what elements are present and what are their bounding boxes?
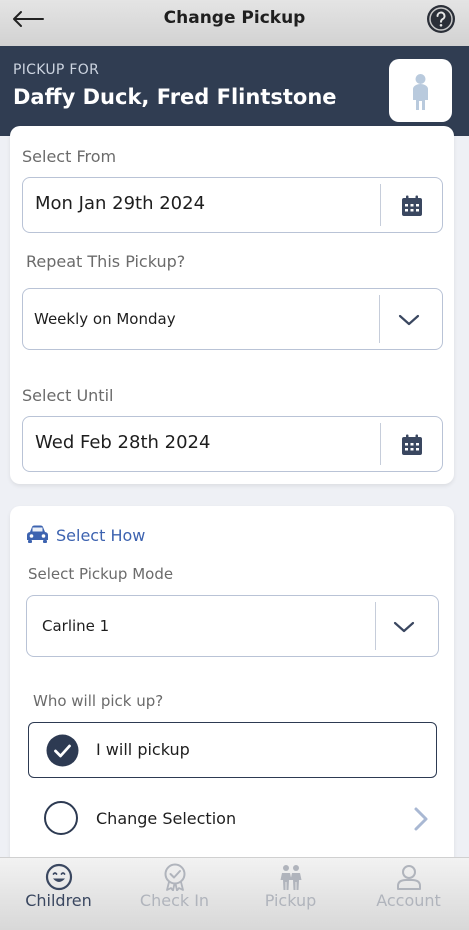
radio-circle-icon[interactable]	[44, 801, 78, 835]
child-avatar-icon	[413, 74, 428, 110]
pickup-mode-select[interactable]: Carline 1	[26, 595, 439, 657]
pickup-mode-value: Carline 1	[42, 617, 110, 635]
select-how-title: Select How	[56, 526, 146, 545]
tab-children[interactable]: Children	[0, 858, 117, 930]
tab-check-in[interactable]: Check In	[116, 858, 233, 930]
top-bar: Change Pickup	[0, 0, 469, 46]
help-icon[interactable]	[426, 4, 456, 34]
check-badge-icon	[164, 863, 186, 891]
field-divider	[380, 184, 381, 226]
tab-account[interactable]: Account	[350, 858, 467, 930]
calendar-icon[interactable]	[401, 195, 423, 217]
people-icon	[280, 865, 302, 890]
pickup-for-label: PICKUP FOR	[13, 62, 100, 78]
checkmark-circle-icon	[46, 734, 79, 767]
tab-label: Check In	[139, 891, 210, 910]
field-divider	[380, 423, 381, 465]
car-icon	[27, 525, 48, 543]
select-from-date-field[interactable]: Mon Jan 29th 2024	[22, 177, 443, 233]
pickup-mode-label: Select Pickup Mode	[28, 565, 174, 583]
pickup-for-banner: PICKUP FOR Daffy Duck, Fred Flintstone	[0, 46, 469, 136]
field-divider	[375, 602, 376, 650]
change-selection-label[interactable]: Change Selection	[96, 809, 236, 828]
bottom-tab-bar: Children Check In Pickup Account	[0, 857, 469, 930]
calendar-icon[interactable]	[401, 434, 423, 456]
chevron-right-icon[interactable]	[412, 805, 430, 833]
smile-icon	[45, 863, 73, 891]
repeat-pickup-value: Weekly on Monday	[34, 310, 176, 328]
repeat-pickup-label: Repeat This Pickup?	[26, 252, 186, 271]
tab-label: Children	[25, 891, 92, 910]
select-from-value: Mon Jan 29th 2024	[35, 193, 206, 214]
select-from-label: Select From	[22, 147, 117, 166]
select-until-date-field[interactable]: Wed Feb 28th 2024	[22, 416, 443, 472]
children-names: Daffy Duck, Fred Flintstone	[13, 85, 337, 109]
select-until-value: Wed Feb 28th 2024	[35, 432, 211, 453]
tab-pickup[interactable]: Pickup	[232, 858, 349, 930]
chevron-down-icon	[393, 621, 415, 633]
select-until-label: Select Until	[22, 386, 114, 405]
chevron-down-icon	[398, 314, 420, 326]
avatar[interactable]	[389, 59, 452, 122]
option-i-will-pickup-label: I will pickup	[96, 740, 190, 759]
who-picks-up-label: Who will pick up?	[33, 692, 164, 710]
user-icon	[397, 865, 421, 890]
tab-label: Account	[376, 891, 441, 910]
option-i-will-pickup[interactable]: I will pickup	[28, 722, 437, 778]
field-divider	[379, 295, 380, 343]
repeat-pickup-select[interactable]: Weekly on Monday	[22, 288, 443, 350]
page-title: Change Pickup	[163, 8, 306, 28]
tab-label: Pickup	[264, 891, 317, 910]
